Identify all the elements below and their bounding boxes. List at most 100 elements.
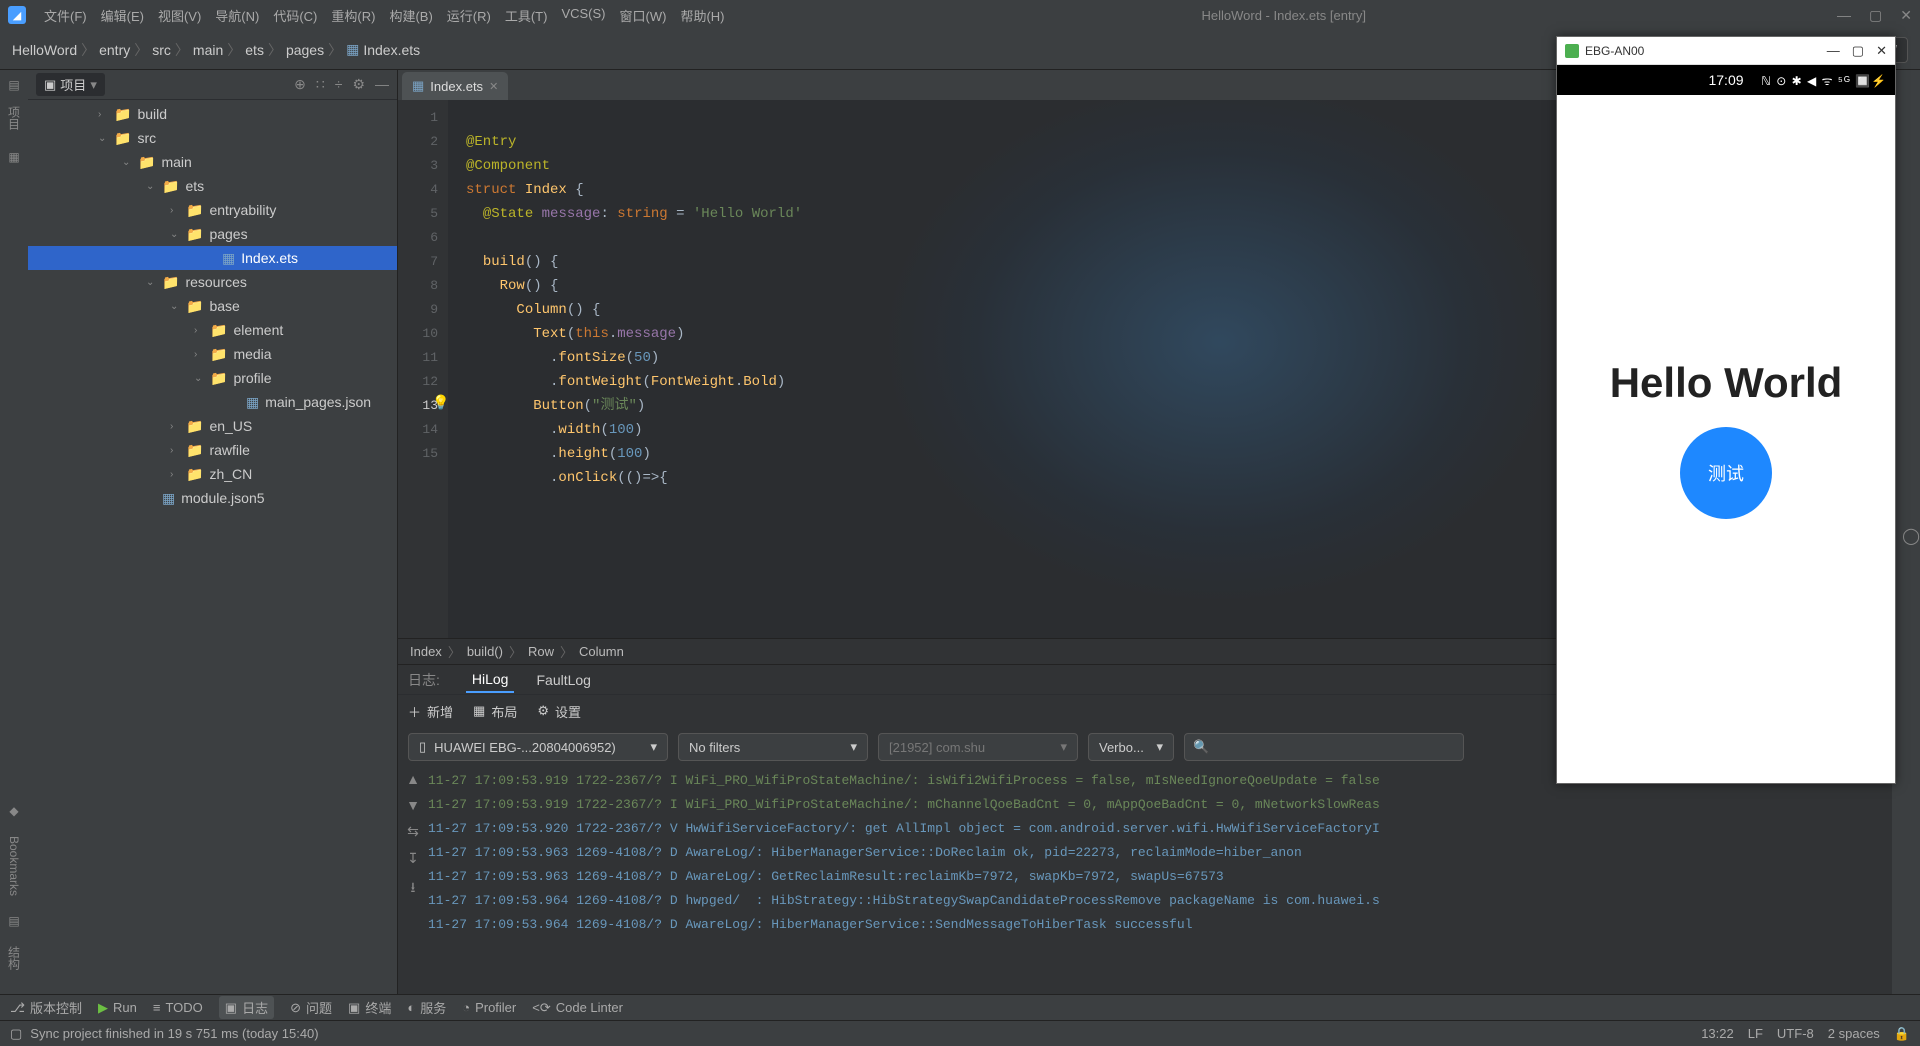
- settings-button[interactable]: ⚙设置: [537, 702, 581, 721]
- close-icon[interactable]: ✕: [1876, 43, 1887, 59]
- tree-node[interactable]: ▦module.json5: [28, 486, 397, 510]
- code-breadcrumb-item[interactable]: Row: [528, 644, 554, 659]
- tree-node[interactable]: ⌄📁src: [28, 126, 397, 150]
- menu-item[interactable]: 编辑(E): [95, 2, 150, 29]
- tree-node[interactable]: ›📁element: [28, 318, 397, 342]
- tree-arrow-icon[interactable]: ⌄: [170, 301, 180, 312]
- collapse-icon[interactable]: ÷: [335, 76, 343, 93]
- menu-item[interactable]: 导航(N): [209, 2, 265, 29]
- tree-node[interactable]: ⌄📁main: [28, 150, 397, 174]
- project-view-dropdown[interactable]: ▣ 项目 ▾: [36, 73, 105, 96]
- process-select[interactable]: [21952] com.shu▾: [878, 733, 1078, 761]
- tree-node[interactable]: ›📁en_US: [28, 414, 397, 438]
- editor-tab-active[interactable]: ▦ Index.ets ✕: [402, 72, 508, 100]
- lightbulb-icon[interactable]: 💡: [432, 392, 449, 416]
- menu-item[interactable]: 代码(C): [267, 2, 323, 29]
- tree-arrow-icon[interactable]: ⌄: [146, 277, 156, 288]
- tree-node[interactable]: ›📁rawfile: [28, 438, 397, 462]
- commit-icon[interactable]: ▦: [8, 150, 19, 164]
- window-controls[interactable]: — ▢ ✕: [1837, 7, 1912, 24]
- tree-node[interactable]: ⌄📁profile: [28, 366, 397, 390]
- tree-node[interactable]: ⌄📁pages: [28, 222, 397, 246]
- scroll-down-icon[interactable]: ▼: [406, 797, 420, 813]
- run-tab[interactable]: ▶Run: [98, 1000, 137, 1016]
- breadcrumb-item[interactable]: main: [193, 42, 223, 58]
- menu-item[interactable]: 文件(F): [38, 2, 93, 29]
- breadcrumb-item[interactable]: HelloWord: [12, 42, 77, 58]
- code-breadcrumb-item[interactable]: build(): [467, 644, 503, 659]
- tree-arrow-icon[interactable]: ⌄: [122, 157, 132, 168]
- code-breadcrumb-item[interactable]: Index: [410, 644, 442, 659]
- menu-item[interactable]: 构建(B): [383, 2, 438, 29]
- menu-item[interactable]: 运行(R): [441, 2, 497, 29]
- indent-setting[interactable]: 2 spaces: [1828, 1026, 1880, 1042]
- project-icon[interactable]: ▤: [8, 78, 19, 92]
- cursor-position[interactable]: 13:22: [1701, 1026, 1734, 1042]
- bottom-tool-bar[interactable]: ⎇版本控制 ▶Run ≡TODO ▣日志 ⊘问题 ▣终端 ◐服务 ◔Profil…: [0, 994, 1920, 1020]
- tree-node[interactable]: ▦main_pages.json: [28, 390, 397, 414]
- tree-arrow-icon[interactable]: ›: [170, 469, 180, 480]
- linter-tab[interactable]: <⟳Code Linter: [532, 1000, 623, 1016]
- wrap-icon[interactable]: ⇆: [407, 823, 419, 840]
- log-tab[interactable]: ▣日志: [219, 996, 274, 1019]
- test-button[interactable]: 测试: [1680, 427, 1772, 519]
- sidebar-item-project[interactable]: 项目: [6, 106, 23, 130]
- tree-node[interactable]: ▦Index.ets: [28, 246, 397, 270]
- log-output[interactable]: 11-27 17:09:53.919 1722-2367/? I WiFi_PR…: [428, 767, 1892, 994]
- expand-icon[interactable]: ∷: [316, 76, 325, 93]
- tree-arrow-icon[interactable]: ⌄: [98, 133, 108, 144]
- log-line[interactable]: 11-27 17:09:53.963 1269-4108/? D AwareLo…: [428, 841, 1892, 865]
- breadcrumb-item[interactable]: ets: [245, 42, 264, 58]
- close-icon[interactable]: ✕: [1900, 7, 1912, 24]
- vcs-tab[interactable]: ⎇版本控制: [10, 998, 82, 1017]
- terminal-tab[interactable]: ▣终端: [348, 998, 391, 1017]
- menu-item[interactable]: 重构(R): [325, 2, 381, 29]
- breadcrumb-item[interactable]: pages: [286, 42, 324, 58]
- new-button[interactable]: ＋新增: [408, 702, 453, 721]
- scroll-up-icon[interactable]: ▲: [406, 771, 420, 787]
- tree-arrow-icon[interactable]: ⌄: [194, 373, 204, 384]
- tree-node[interactable]: ›📁media: [28, 342, 397, 366]
- locate-icon[interactable]: ⊕: [294, 76, 306, 93]
- profiler-tab[interactable]: ◔Profiler: [462, 1000, 516, 1015]
- left-tool-strip-bottom[interactable]: ◆ Bookmarks ▤ 结构: [0, 560, 28, 980]
- log-line[interactable]: 11-27 17:09:53.964 1269-4108/? D hwpged/…: [428, 889, 1892, 913]
- menu-item[interactable]: 帮助(H): [674, 2, 730, 29]
- menu-item[interactable]: 视图(V): [152, 2, 207, 29]
- scroll-end-icon[interactable]: ↧: [407, 850, 419, 867]
- tree-arrow-icon[interactable]: ⌄: [170, 229, 180, 240]
- bookmarks-icon[interactable]: ◆: [9, 804, 18, 818]
- export-icon[interactable]: ⭳: [411, 877, 416, 901]
- tree-arrow-icon[interactable]: ›: [194, 349, 204, 360]
- log-line[interactable]: 11-27 17:09:53.964 1269-4108/? D AwareLo…: [428, 913, 1892, 937]
- tree-node[interactable]: ⌄📁resources: [28, 270, 397, 294]
- maximize-icon[interactable]: ▢: [1852, 43, 1864, 59]
- menu-bar[interactable]: 文件(F)编辑(E)视图(V)导航(N)代码(C)重构(R)构建(B)运行(R)…: [38, 2, 730, 29]
- device-select[interactable]: ▯HUAWEI EBG-...20804006952)▾: [408, 733, 668, 761]
- log-line[interactable]: 11-27 17:09:53.963 1269-4108/? D AwareLo…: [428, 865, 1892, 889]
- emulator-titlebar[interactable]: EBG-AN00 — ▢ ✕: [1557, 37, 1895, 65]
- right-tool-strip[interactable]: ◯ Notifications ◉ 预览器: [1892, 70, 1920, 994]
- todo-tab[interactable]: ≡TODO: [153, 1000, 203, 1015]
- tree-arrow-icon[interactable]: ›: [170, 421, 180, 432]
- avatar-icon[interactable]: ◯: [1902, 526, 1920, 546]
- menu-item[interactable]: 窗口(W): [614, 2, 673, 29]
- services-tab[interactable]: ◐服务: [407, 998, 446, 1017]
- code-breadcrumb-item[interactable]: Column: [579, 644, 624, 659]
- tree-node[interactable]: ›📁entryability: [28, 198, 397, 222]
- menu-item[interactable]: VCS(S): [555, 2, 611, 29]
- tree-node[interactable]: ⌄📁base: [28, 294, 397, 318]
- encoding[interactable]: UTF-8: [1777, 1026, 1814, 1042]
- project-tree[interactable]: ›📁build⌄📁src⌄📁main⌄📁ets›📁entryability⌄📁p…: [28, 100, 397, 994]
- sidebar-item-bookmarks[interactable]: Bookmarks: [7, 836, 21, 896]
- level-select[interactable]: Verbo...▾: [1088, 733, 1174, 761]
- tree-arrow-icon[interactable]: ›: [170, 205, 180, 216]
- breadcrumb-item[interactable]: Index.ets: [363, 42, 420, 58]
- breadcrumb-item[interactable]: entry: [99, 42, 130, 58]
- log-gutter[interactable]: ▲ ▼ ⇆ ↧ ⭳: [398, 767, 428, 994]
- tab-hilog[interactable]: HiLog: [466, 667, 515, 693]
- menu-item[interactable]: 工具(T): [499, 2, 554, 29]
- close-tab-icon[interactable]: ✕: [489, 80, 498, 93]
- layout-button[interactable]: ▦布局: [473, 702, 517, 721]
- hide-icon[interactable]: —: [375, 76, 389, 93]
